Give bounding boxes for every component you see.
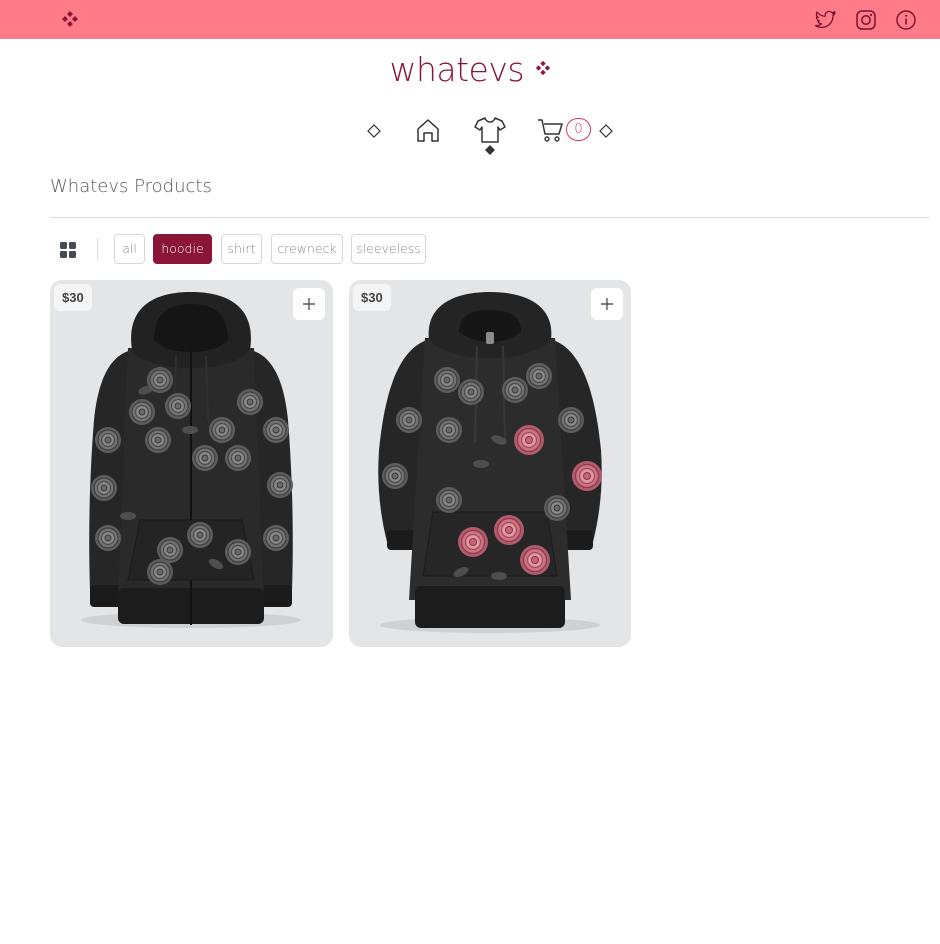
main-nav: 0 xyxy=(0,112,940,160)
filter-chip-crewneck[interactable]: crewneck xyxy=(271,234,343,264)
divider xyxy=(50,217,930,218)
brand-name[interactable]: whatevs xyxy=(389,50,524,89)
cart-icon[interactable] xyxy=(535,114,567,146)
page-title: Whatevs Products xyxy=(50,176,212,197)
info-icon[interactable] xyxy=(894,8,918,32)
home-icon[interactable] xyxy=(412,114,444,146)
product-card[interactable]: $30 xyxy=(50,280,333,647)
cart-count-badge[interactable]: 0 xyxy=(566,118,591,141)
instagram-icon[interactable] xyxy=(854,8,878,32)
filter-separator xyxy=(97,238,98,260)
filter-chip-sleeveless[interactable]: sleeveless xyxy=(351,234,426,264)
diamond-right-icon xyxy=(599,124,613,138)
shirt-icon[interactable] xyxy=(474,114,506,146)
add-to-cart-button[interactable] xyxy=(591,288,623,320)
add-to-cart-button[interactable] xyxy=(293,288,325,320)
top-bar xyxy=(0,0,940,39)
plus-icon xyxy=(601,298,613,310)
product-card[interactable]: $30 xyxy=(349,280,631,647)
product-image-pullover-hoodie xyxy=(378,292,603,633)
product-price: $30 xyxy=(353,284,391,311)
active-indicator-icon xyxy=(485,145,495,155)
filter-chip-all[interactable]: all xyxy=(114,234,145,264)
brand: whatevs xyxy=(0,50,940,89)
filter-chip-shirt[interactable]: shirt xyxy=(221,234,262,264)
grid-view-icon[interactable] xyxy=(58,240,78,260)
twitter-icon[interactable] xyxy=(814,8,838,32)
filter-chip-hoodie[interactable]: hoodie xyxy=(153,234,212,264)
product-price: $30 xyxy=(54,284,92,311)
diamond-left-icon xyxy=(367,124,381,138)
plus-icon xyxy=(303,298,315,310)
logo-mark-icon[interactable] xyxy=(61,9,79,29)
product-image-zip-hoodie xyxy=(81,292,301,628)
four-diamonds-icon xyxy=(535,60,550,75)
